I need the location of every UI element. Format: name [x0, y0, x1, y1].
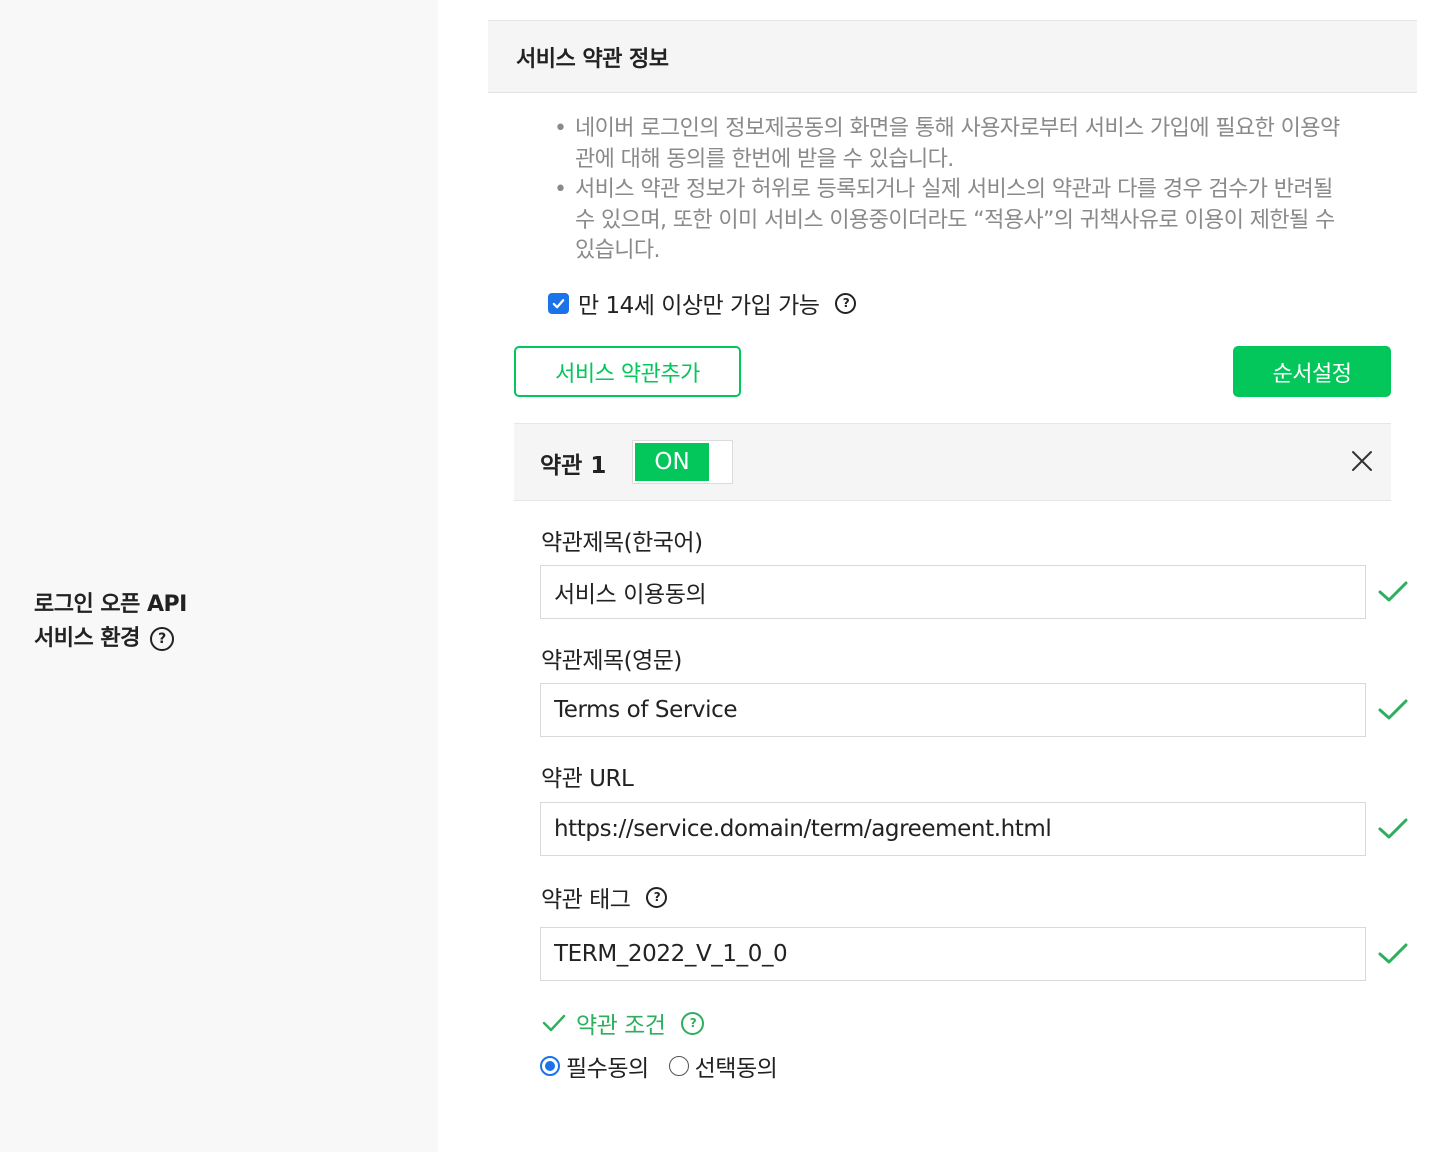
radio-button-unchecked[interactable]	[668, 1056, 689, 1076]
condition-row: 약관 조건 ?	[542, 1007, 705, 1039]
term-header: 약관 1 ON	[514, 423, 1391, 501]
title-ko-label: 약관제목(한국어)	[541, 530, 703, 556]
radio-required[interactable]: 필수동의	[540, 1049, 649, 1083]
tag-label-row: 약관 태그 ?	[541, 880, 668, 914]
setting-label: 로그인 오픈 API 서비스 환경?	[34, 588, 187, 656]
question-circle-icon[interactable]: ?	[149, 627, 174, 651]
title-en-input[interactable]	[540, 683, 1366, 737]
age-limit-row: 만 14세 이상만 가입 가능 ?	[548, 286, 857, 320]
notice-list: 네이버 로그인의 정보제공동의 화면을 통해 사용자로부터 서비스 가입에 필요…	[554, 114, 1354, 267]
condition-radio-group: 필수동의 선택동의	[540, 1050, 797, 1082]
url-input[interactable]	[540, 802, 1366, 856]
term-toggle[interactable]: ON	[632, 440, 733, 484]
valid-check-icon	[1378, 943, 1408, 964]
valid-check-icon	[1378, 699, 1408, 720]
setting-label-line2: 서비스 환경	[34, 626, 140, 651]
set-order-button[interactable]: 순서설정	[1233, 346, 1391, 397]
tag-label: 약관 태그	[541, 887, 631, 913]
valid-check-icon	[1378, 818, 1408, 839]
notice-item: 네이버 로그인의 정보제공동의 화면을 통해 사용자로부터 서비스 가입에 필요…	[554, 114, 1354, 175]
term-title: 약관 1	[540, 453, 607, 479]
title-ko-input[interactable]	[540, 565, 1366, 619]
question-circle-icon[interactable]: ?	[646, 886, 668, 908]
checkmark-icon	[552, 298, 565, 308]
setting-label-line1: 로그인 오픈 API	[34, 592, 187, 617]
age-limit-label[interactable]: 만 14세 이상만 가입 가능	[578, 286, 820, 320]
add-terms-button[interactable]: 서비스 약관추가	[514, 346, 741, 397]
title-en-label: 약관제목(영문)	[541, 648, 682, 674]
valid-check-icon	[1378, 581, 1408, 602]
radio-required-label: 필수동의	[566, 1056, 649, 1082]
radio-optional-label: 선택동의	[694, 1056, 778, 1082]
section-header: 서비스 약관 정보	[488, 20, 1417, 93]
close-icon[interactable]	[1349, 448, 1375, 474]
toggle-on-label: ON	[635, 443, 709, 481]
radio-button-checked[interactable]	[540, 1056, 560, 1076]
tag-input[interactable]	[540, 927, 1366, 981]
question-circle-icon[interactable]: ?	[681, 1011, 705, 1035]
radio-optional[interactable]: 선택동의	[668, 1049, 778, 1083]
section-title: 서비스 약관 정보	[516, 47, 669, 72]
condition-label: 약관 조건	[576, 1013, 666, 1039]
question-circle-icon[interactable]: ?	[835, 292, 857, 314]
left-panel: 로그인 오픈 API 서비스 환경?	[0, 0, 438, 1152]
age-limit-checkbox[interactable]	[548, 292, 569, 314]
url-label: 약관 URL	[541, 766, 634, 792]
check-icon	[542, 1014, 566, 1032]
notice-item: 서비스 약관 정보가 허위로 등록되거나 실제 서비스의 약관과 다를 경우 검…	[554, 175, 1354, 267]
